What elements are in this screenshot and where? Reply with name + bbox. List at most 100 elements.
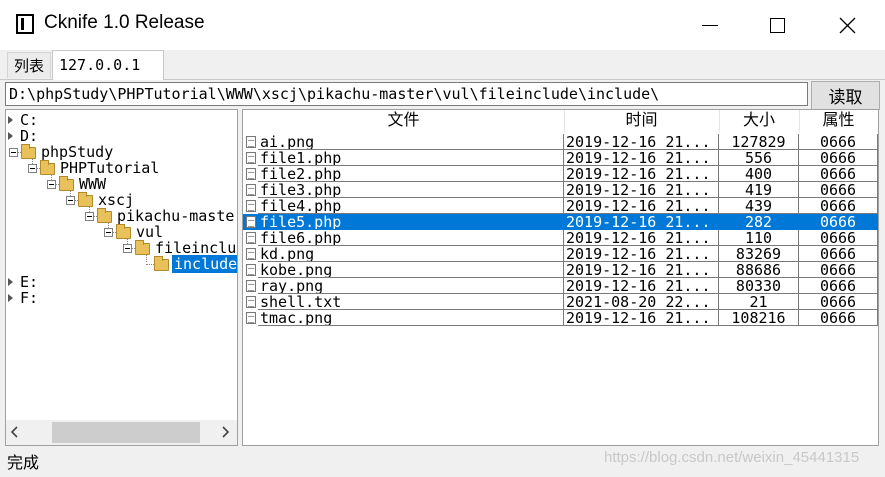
file-attr-cell: 0666 [799,262,878,278]
file-name-cell: kd.png [258,246,564,262]
file-name-cell: tmac.png [258,310,564,326]
file-icon [246,200,256,212]
file-size-cell: 83269 [719,246,799,262]
column-header-name[interactable]: 文件 [243,110,565,132]
file-row[interactable]: shell.txt 2021-08-20 22... 21 0666 [243,294,878,310]
file-size-cell: 282 [719,214,799,230]
file-name-cell: file4.php [258,198,564,214]
scroll-right-icon[interactable] [219,426,231,438]
watermark: https://blog.csdn.net/weixin_45441315 [604,449,860,466]
file-attr-cell: 0666 [799,214,878,230]
folder-icon [97,208,112,223]
file-name-cell: file6.php [258,230,564,246]
file-attr-cell: 0666 [799,182,878,198]
file-name-cell: file5.php [258,214,564,230]
collapse-icon[interactable] [104,228,113,237]
status-text: 完成 [7,455,40,472]
file-time-cell: 2019-12-16 21... [564,230,719,246]
file-row[interactable]: file1.php 2019-12-16 21... 556 0666 [243,150,878,166]
folder-icon [116,224,131,239]
file-size-cell: 400 [719,166,799,182]
tree-node-label: D: [20,127,39,145]
tree-node[interactable]: pikachu-master [115,208,237,224]
expand-arrow-icon[interactable] [8,116,13,124]
tree-node[interactable]: D: [18,128,40,144]
file-icon [246,136,256,148]
tree-node[interactable]: xscj [96,192,136,208]
file-row[interactable]: file4.php 2019-12-16 21... 439 0666 [243,198,878,214]
expand-arrow-icon[interactable] [8,132,13,140]
file-size-cell: 108216 [719,310,799,326]
column-header-attr[interactable]: 属性 [799,110,878,132]
tree-node[interactable]: fileinclude [153,240,237,256]
tree-node[interactable]: C: [18,112,40,128]
file-icon [246,312,256,324]
file-icon [246,296,256,308]
directory-tree[interactable]: C: D: phpStudy PHPTutorial WWW xscj pikachu-ma… [5,109,238,446]
tree-node[interactable]: vul [134,224,165,240]
file-time-cell: 2019-12-16 21... [564,166,719,182]
path-input[interactable]: D:\phpStudy\PHPTutorial\WWW\xscj\pikachu… [5,82,808,106]
close-icon [839,17,855,33]
tree-node[interactable]: E: [18,274,40,290]
file-row[interactable]: file3.php 2019-12-16 21... 419 0666 [243,182,878,198]
tree-node-label: PHPTutorial [60,159,160,177]
file-icon [246,280,256,292]
scroll-thumb[interactable] [52,422,200,443]
file-attr-cell: 0666 [799,278,878,294]
file-attr-cell: 0666 [799,294,878,310]
tree-node-label: F: [20,289,39,307]
folder-icon [78,192,93,207]
collapse-icon[interactable] [28,164,37,173]
minimize-button[interactable] [675,0,745,50]
file-row[interactable]: ai.png 2019-12-16 21... 127829 0666 [243,134,878,150]
tab-host[interactable]: 127.0.0.1 [52,50,164,80]
collapse-icon[interactable] [9,148,18,157]
file-icon [246,216,256,228]
file-attr-cell: 0666 [799,246,878,262]
expand-arrow-icon[interactable] [8,278,13,286]
tab-list[interactable]: 列表 [7,52,52,78]
file-attr-cell: 0666 [799,230,878,246]
tree-node[interactable]: F: [18,290,40,306]
file-time-cell: 2019-12-16 21... [564,310,719,326]
tree-node[interactable]: phpStudy [39,144,115,160]
collapse-icon[interactable] [66,196,75,205]
file-time-cell: 2019-12-16 21... [564,262,719,278]
folder-icon [59,176,74,191]
file-size-cell: 419 [719,182,799,198]
expand-arrow-icon[interactable] [8,294,13,302]
column-header-size[interactable]: 大小 [719,110,800,132]
window-title: Cknife 1.0 Release [44,12,205,33]
column-header-time[interactable]: 时间 [564,110,720,132]
tree-node[interactable]: WWW [77,176,108,192]
tree-horizontal-scrollbar[interactable] [6,420,237,445]
file-attr-cell: 0666 [799,150,878,166]
tree-node-label: include [172,255,238,273]
tree-node[interactable]: include [172,255,238,273]
file-row[interactable]: file2.php 2019-12-16 21... 400 0666 [243,166,878,182]
maximize-icon [769,17,785,33]
tree-node[interactable]: PHPTutorial [58,160,161,176]
file-row[interactable]: file6.php 2019-12-16 21... 110 0666 [243,230,878,246]
collapse-icon[interactable] [123,244,132,253]
file-row[interactable]: kobe.png 2019-12-16 21... 88686 0666 [243,262,878,278]
file-row[interactable]: tmac.png 2019-12-16 21... 108216 0666 [243,310,878,326]
close-button[interactable] [812,0,882,50]
file-row[interactable]: file5.php 2019-12-16 21... 282 0666 [243,214,878,230]
file-row[interactable]: ray.png 2019-12-16 21... 80330 0666 [243,278,878,294]
file-icon [246,264,256,276]
collapse-icon[interactable] [85,212,94,221]
folder-icon [135,240,150,255]
file-name-cell: file1.php [258,150,564,166]
file-row[interactable]: kd.png 2019-12-16 21... 83269 0666 [243,246,878,262]
file-size-cell: 80330 [719,278,799,294]
scroll-left-icon[interactable] [9,426,21,438]
file-icon [246,232,256,244]
file-name-cell: file3.php [258,182,564,198]
read-button[interactable]: 读取 [811,81,880,110]
file-list[interactable]: 文件 时间 大小 属性 ai.png 2019-12-16 21... 127829… [242,109,879,446]
maximize-button[interactable] [742,0,812,50]
file-size-cell: 439 [719,198,799,214]
collapse-icon[interactable] [47,180,56,189]
